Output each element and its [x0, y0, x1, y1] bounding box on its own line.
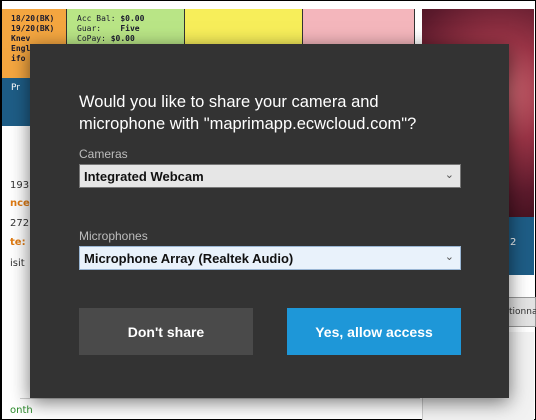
balance-row: Acc Bal: $0.00: [77, 14, 144, 24]
camera-select[interactable]: Integrated Webcam ⌄: [79, 164, 461, 188]
balance-value: Five: [120, 24, 140, 33]
photo-footer-text: 2: [510, 237, 517, 248]
balance-row: CoPay: $0.00: [77, 34, 144, 44]
dialog-title: Would you like to share your camera and …: [79, 93, 417, 133]
left-text: isit: [10, 258, 25, 269]
divider: [20, 398, 420, 399]
microphone-select[interactable]: Microphone Array (Realtek Audio) ⌄: [79, 246, 461, 270]
orange-tile-line: 18/20(BK): [11, 14, 55, 23]
dont-share-button[interactable]: Don't share: [79, 308, 253, 355]
allow-access-button[interactable]: Yes, allow access: [287, 308, 461, 355]
camera-select-value: Integrated Webcam: [84, 169, 204, 184]
balance-value: $0.00: [110, 34, 135, 43]
left-text: 272: [10, 218, 30, 229]
balance-value: $0.00: [120, 14, 145, 23]
orange-tile-line: 19/20(BK): [11, 24, 55, 33]
balance-label: CoPay:: [77, 34, 106, 43]
left-text: onth: [10, 405, 33, 416]
left-text: nce: [10, 198, 30, 209]
left-text: 193: [10, 180, 30, 191]
balance-row: Guar: Five: [77, 24, 144, 34]
cameras-label: Cameras: [79, 147, 128, 161]
left-text: te:: [10, 237, 26, 248]
microphones-label: Microphones: [79, 229, 148, 243]
media-permission-dialog: Would you like to share your camera and …: [30, 44, 509, 398]
microphone-select-value: Microphone Array (Realtek Audio): [84, 251, 294, 266]
balance-label: Guar:: [77, 24, 102, 33]
orange-tile-line: Knev: [11, 34, 31, 43]
chevron-down-icon: ⌄: [444, 251, 454, 263]
balance-label: Acc Bal:: [77, 14, 116, 23]
balance-rows: Acc Bal: $0.00 Guar: Five CoPay: $0.00: [77, 14, 144, 44]
orange-tile-button-label: Pr: [11, 83, 20, 93]
chevron-down-icon: ⌄: [444, 169, 454, 181]
questionnaire-button-label: tionna: [509, 307, 536, 317]
